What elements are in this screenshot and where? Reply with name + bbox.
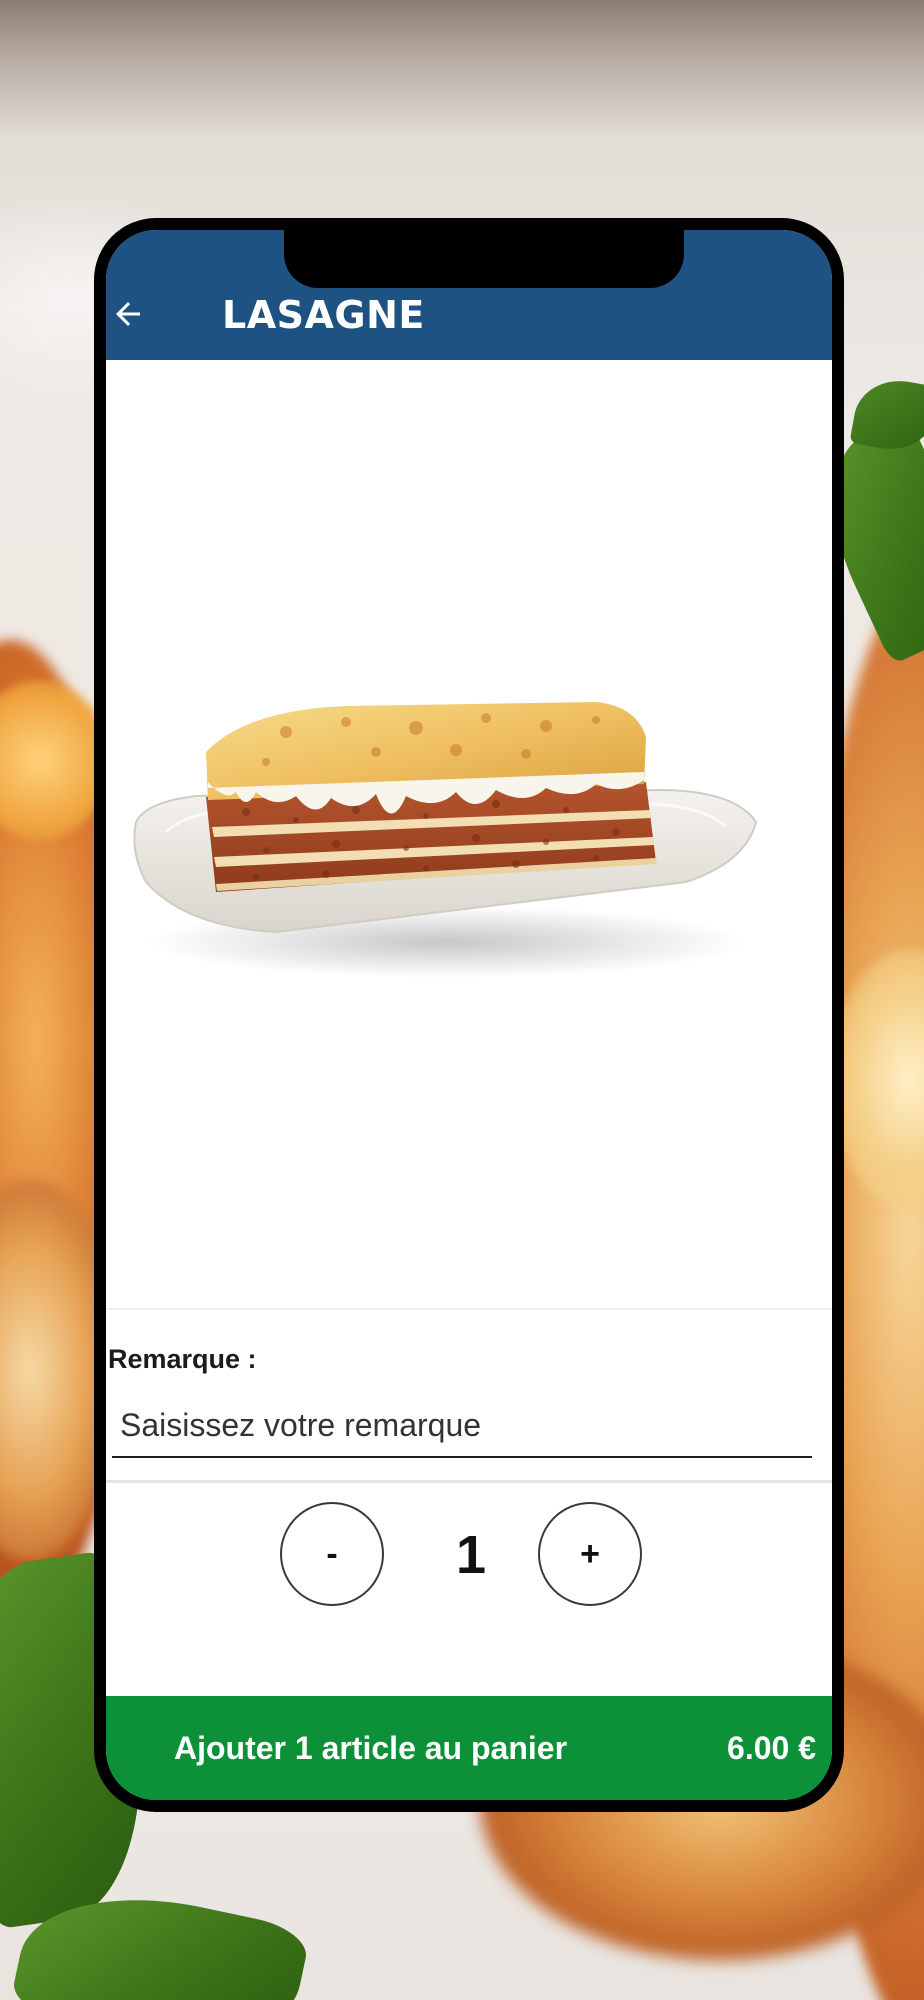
back-button[interactable] [106, 292, 150, 336]
phone-notch [284, 230, 684, 288]
remark-label: Remarque : [108, 1344, 257, 1374]
quantity-stepper: - 1 + [106, 1500, 832, 1610]
increase-quantity-button[interactable]: + [538, 1502, 642, 1606]
lasagne-dish-image [133, 702, 758, 978]
remark-section: Remarque : [106, 1308, 832, 1476]
page-title: LASAGNE [222, 293, 425, 337]
add-to-cart-button[interactable]: Ajouter 1 article au panier 6.00 € [106, 1696, 832, 1800]
add-to-cart-label: Ajouter 1 article au panier [174, 1730, 568, 1766]
quantity-value: 1 [455, 1525, 487, 1585]
decrease-quantity-button[interactable]: - [280, 1502, 384, 1606]
phone-frame: LASAGNE Remarque: Saisissez votre remar… [94, 218, 844, 1812]
cart-total-price: 6.00 € [727, 1730, 816, 1766]
phone-screen: LASAGNE Remarque: Saisissez votre remar… [106, 230, 832, 1800]
product-image-area [106, 362, 832, 1308]
arrow-left-icon [116, 302, 140, 326]
section-divider [106, 1480, 832, 1483]
remark-input[interactable] [112, 1394, 812, 1458]
basil-leaf [849, 373, 924, 457]
